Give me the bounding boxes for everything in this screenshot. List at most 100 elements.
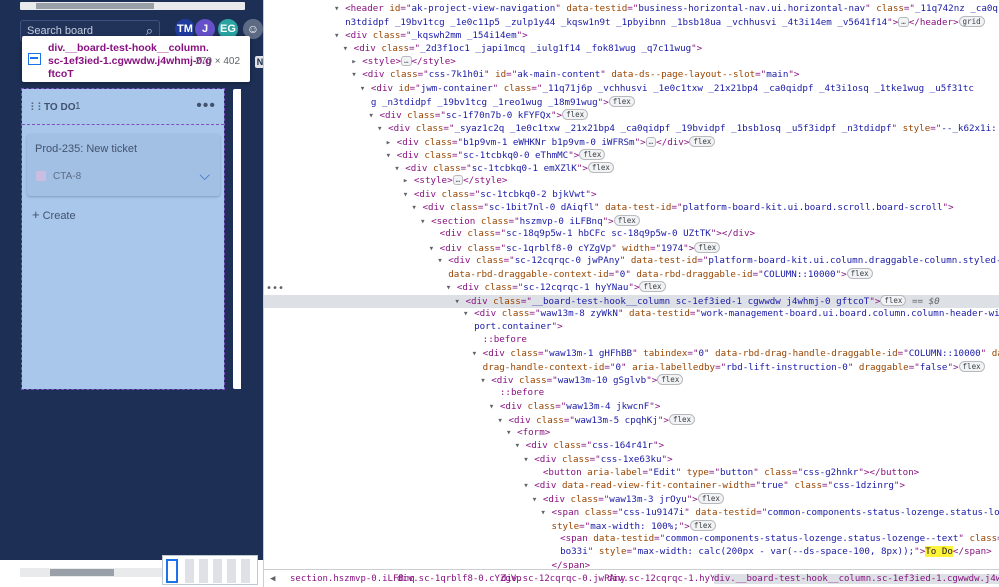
dom-node-line[interactable]: port.container">: [264, 321, 999, 333]
dom-node-line[interactable]: ▾ <form>: [264, 427, 999, 439]
dom-node-line[interactable]: ▾ <div class="waw13m-1 gHFhBB" tabindex=…: [264, 348, 999, 360]
expand-toggle-icon[interactable]: ▾: [386, 150, 397, 161]
expand-toggle-icon[interactable]: ▾: [334, 30, 345, 41]
dom-node-line[interactable]: <button aria-label="Edit" type="button" …: [264, 467, 999, 479]
dom-node-line[interactable]: ▸ <style>… </style>: [264, 175, 999, 187]
dom-node-line[interactable]: ▾ <div class="sc-1qrblf8-0 cYZgVp" width…: [264, 241, 999, 255]
expand-toggle-icon[interactable]: ▾: [523, 480, 534, 491]
more-actions-icon[interactable]: •••: [196, 97, 216, 115]
dom-node-line[interactable]: ▾ <div class="waw13m-5 cpqhKj"> flex: [264, 413, 999, 427]
dom-node-line[interactable]: ▾ <div class="waw13m-3 jrOyu"> flex: [264, 493, 999, 506]
expand-toggle-icon[interactable]: ▸: [386, 137, 397, 148]
board-minimap[interactable]: [162, 555, 258, 585]
dom-node-line[interactable]: style="max-width: 100%;"> flex: [264, 519, 999, 533]
breadcrumb-item[interactable]: section.hszmvp-0.iLFBnq: [290, 574, 415, 584]
dom-node-line[interactable]: ▾ <section class="hszmvp-0 iLFBnq"> flex: [264, 215, 999, 228]
dom-token-val: waw13m-4 jkwcnF: [566, 400, 650, 412]
dom-node-line[interactable]: ▾ <div class="_kqswh2mm _154i14em">: [264, 30, 999, 42]
dom-node-line[interactable]: data-rbd-draggable-context-id="0" data-r…: [264, 268, 999, 281]
create-issue-button[interactable]: + Create: [32, 207, 76, 222]
dom-token-val: waw13m-5 cpqhKj: [574, 414, 658, 426]
dom-node-line[interactable]: ▾ <span class="css-1u9147i" data-testid=…: [264, 507, 999, 519]
expand-toggle-icon[interactable]: ▾: [446, 282, 457, 293]
dom-node-line[interactable]: ▾ <div class="sc-1tcbkq0-2 bjkVwt">: [264, 189, 999, 201]
expand-toggle-icon[interactable]: ▾: [489, 401, 500, 412]
dom-node-line[interactable]: ▾ <div class="css-164r41r">: [264, 440, 999, 452]
scrollbar-thumb[interactable]: [50, 569, 114, 576]
expand-toggle-icon[interactable]: ▾: [454, 296, 465, 307]
dom-node-line[interactable]: ▾ <div class="__board-test-hook__column …: [264, 294, 999, 308]
expand-toggle-icon[interactable]: ▾: [515, 440, 526, 451]
expand-toggle-icon[interactable]: ▾: [377, 123, 388, 134]
minimap-viewport[interactable]: [166, 559, 178, 583]
drag-handle-icon[interactable]: ⠇⠇: [30, 101, 45, 114]
expand-toggle-icon[interactable]: ▾: [437, 255, 448, 266]
expand-toggle-icon[interactable]: ▸: [403, 175, 414, 186]
expand-toggle-icon[interactable]: ▾: [394, 163, 405, 174]
dom-node-line[interactable]: ▾ <div id="jwm-container" class="_11q71j…: [264, 83, 999, 95]
horizontal-scrollbar[interactable]: [20, 2, 245, 10]
expand-toggle-icon[interactable]: ▾: [532, 494, 543, 505]
breadcrumb-item[interactable]: div.sc-12cqrqc-1.hyYNau: [607, 574, 732, 584]
expand-toggle-icon[interactable]: ▾: [463, 308, 474, 319]
dom-node-line[interactable]: g _n3tdidpf _19bv1tcg _1reo1wug _18m91wu…: [264, 95, 999, 109]
dom-node-line[interactable]: ▾ <div class="css-1xe63ku">: [264, 454, 999, 466]
dom-node-line[interactable]: ▾ <div data-read-view-fit-container-widt…: [264, 480, 999, 492]
expand-toggle-icon[interactable]: ▾: [360, 83, 371, 94]
scrollbar-thumb[interactable]: [36, 3, 154, 9]
node-actions-icon[interactable]: •••: [266, 283, 284, 294]
expand-toggle-icon[interactable]: ▸: [351, 56, 362, 67]
expand-toggle-icon[interactable]: ▾: [429, 243, 440, 254]
expand-toggle-icon[interactable]: ▾: [480, 375, 491, 386]
dom-node-line[interactable]: <div class="sc-18q9p5w-1 hbCFc sc-18q9p5…: [264, 228, 999, 240]
dom-node-line[interactable]: ▸ <style>… </style>: [264, 56, 999, 68]
dom-token-attr: tabindex: [643, 347, 688, 359]
dom-token-tag: <div: [422, 201, 451, 213]
card-title: Prod-235: New ticket: [35, 143, 138, 155]
breadcrumb-item[interactable]: div.__board-test-hook__column.sc-1ef3ied…: [714, 574, 999, 584]
todo-column[interactable]: ⠇⠇ TO DO 1 ••• Prod-235: New ticket CTA-…: [21, 88, 225, 390]
expand-toggle-icon[interactable]: ▾: [351, 69, 362, 80]
dom-node-line[interactable]: ▾ <div class="_2d3f1oc1 _japi1mcq _iulg1…: [264, 43, 999, 55]
dom-token-val: bo33i: [560, 546, 588, 558]
dom-node-line[interactable]: ▾ <div class="waw13m-8 zyWkN" data-testi…: [264, 308, 999, 320]
dom-node-line[interactable]: ▾ <div class="waw13m-4 jkwcnF">: [264, 401, 999, 413]
dom-node-line[interactable]: ▾ <div class="sc-1f70n7b-0 kFYFQx"> flex: [264, 109, 999, 122]
dom-token-badge: grid: [958, 16, 985, 28]
dom-node-line[interactable]: ▾ <div class="sc-12cqrqc-0 jwPAny" data-…: [264, 255, 999, 267]
expand-toggle-icon[interactable]: ▾: [472, 348, 483, 359]
dom-node-line[interactable]: ▾ <header id="ak-project-view-navigation…: [264, 3, 999, 15]
dom-token-attr: class: [794, 480, 822, 491]
chevron-down-icon[interactable]: ⌵: [199, 167, 210, 184]
dom-node-line[interactable]: <span data-testid="common-components-sta…: [264, 533, 999, 545]
dom-node-line[interactable]: ▾ <div class="sc-12cqrqc-1 hyYNau"> flex: [264, 281, 999, 294]
dom-node-line[interactable]: ▾ <div class="css-7k1h0i" id="ak-main-co…: [264, 69, 999, 81]
dom-node-line[interactable]: ▾ <div class="waw13m-10 gSglvb"> flex: [264, 374, 999, 387]
expand-toggle-icon[interactable]: ▾: [411, 202, 422, 213]
issue-card[interactable]: Prod-235: New ticket CTA-8 ⌵: [27, 134, 220, 196]
dom-node-line[interactable]: ::before: [264, 387, 999, 399]
expand-toggle-icon[interactable]: ▾: [540, 507, 551, 518]
dom-node-line[interactable]: ▾ <div class="_syaz1c2q _1e0c1txw _21x21…: [264, 122, 999, 135]
dom-node-line[interactable]: drag-handle-context-id="0" aria-labelled…: [264, 360, 999, 374]
breadcrumb-scroll-left-icon[interactable]: ◀: [270, 574, 275, 584]
expand-toggle-icon[interactable]: ▾: [343, 43, 354, 54]
expand-toggle-icon[interactable]: ▾: [523, 454, 534, 465]
dom-node-line[interactable]: ::before: [264, 334, 999, 346]
dom-token-tag: =": [589, 453, 601, 465]
dom-node-line[interactable]: ▸ <div class="b1p9vm-1 eWHKNr b1p9vm-0 i…: [264, 135, 999, 149]
dom-node-line[interactable]: n3tdidpf _19bv1tcg _1e0c11p5 _zulp1y44 _…: [264, 16, 999, 29]
dom-node-line[interactable]: bo33i" style="max-width: calc(200px - va…: [264, 546, 999, 558]
expand-toggle-icon[interactable]: ▾: [506, 427, 517, 438]
dom-node-line[interactable]: ▾ <div class="sc-1bit7nl-0 dAiqfl" data-…: [264, 202, 999, 214]
expand-toggle-icon[interactable]: ▾: [368, 110, 379, 121]
dom-token-tag: ">: [652, 440, 665, 452]
expand-toggle-icon[interactable]: ▾: [420, 216, 431, 227]
dom-token-tag: <form>: [517, 427, 551, 438]
expand-toggle-icon[interactable]: ▾: [403, 189, 414, 200]
next-column-edge[interactable]: [233, 89, 241, 389]
dom-node-line[interactable]: ▾ <div class="sc-1tcbkq0-1 emXZlK"> flex: [264, 162, 999, 175]
dom-node-line[interactable]: ▾ <div class="sc-1tcbkq0-0 eThmMC"> flex: [264, 148, 999, 162]
expand-toggle-icon[interactable]: ▾: [497, 415, 508, 426]
expand-toggle-icon[interactable]: ▾: [334, 3, 345, 14]
